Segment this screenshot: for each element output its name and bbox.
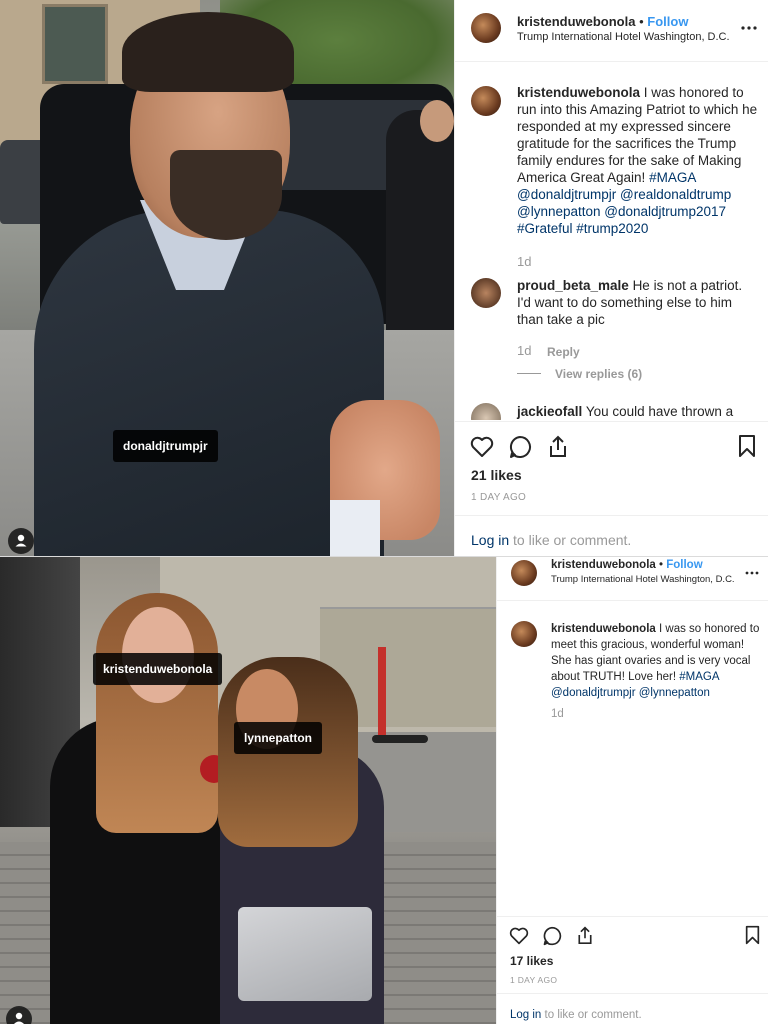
login-bar: Log in to like or comment. <box>497 993 768 1024</box>
comment-username[interactable]: proud_beta_male <box>517 278 629 293</box>
replies-divider <box>517 373 541 374</box>
bookmark-icon[interactable] <box>738 434 756 463</box>
post-sidebar: kristenduwebonola • Follow Trump Interna… <box>454 0 768 556</box>
comment-icon[interactable] <box>508 435 532 464</box>
action-bar: 21 likes 1 DAY AGO <box>455 421 768 515</box>
shirt-cuff <box>330 500 380 556</box>
photo-tag-user[interactable]: lynnepatton <box>234 722 322 754</box>
user-tag-icon[interactable] <box>8 528 34 554</box>
post-age: 1 DAY AGO <box>471 492 527 503</box>
comment-icon[interactable] <box>542 926 562 951</box>
photo-tag-user[interactable]: kristenduwebonola <box>93 653 223 685</box>
login-text: to like or comment. <box>509 532 632 548</box>
more-icon[interactable] <box>745 559 759 580</box>
post-1: donaldjtrumpjr kristenduwebonola • Follo… <box>0 0 768 556</box>
scooter-base <box>372 735 428 743</box>
post-photo[interactable]: donaldjtrumpjr <box>0 0 454 556</box>
share-icon[interactable] <box>576 925 594 950</box>
laptop <box>238 907 372 1001</box>
comment-time: 1d <box>517 343 532 358</box>
caption-avatar[interactable] <box>471 86 501 116</box>
user-tag-icon[interactable] <box>6 1006 32 1024</box>
reply-button[interactable]: Reply <box>547 345 580 359</box>
caption-username[interactable]: kristenduwebonola <box>517 85 640 100</box>
post-header: kristenduwebonola • Follow Trump Interna… <box>455 0 768 62</box>
username-link[interactable]: kristenduwebonola <box>551 559 656 571</box>
login-link[interactable]: Log in <box>510 1009 541 1021</box>
login-text: to like or comment. <box>541 1009 642 1021</box>
post-2: kristenduwebonola lynnepatton kristenduw… <box>0 557 768 1024</box>
login-bar: Log in to like or comment. <box>455 515 768 556</box>
likes-count[interactable]: 17 likes <box>510 954 553 968</box>
caption-text: I was honored to run into this Amazing P… <box>517 85 758 185</box>
post-photo[interactable]: kristenduwebonola lynnepatton <box>0 557 496 1024</box>
man-hair <box>122 12 294 92</box>
comment-avatar[interactable] <box>471 278 501 308</box>
username-link[interactable]: kristenduwebonola <box>517 14 635 29</box>
comment-clip: jackieofall You could have thrown a <box>455 396 768 420</box>
location-link[interactable]: Trump International Hotel Washington, D.… <box>551 574 735 585</box>
caption-time: 1d <box>517 254 532 269</box>
comment-avatar[interactable] <box>471 403 501 420</box>
caption-time: 1d <box>551 708 564 720</box>
follow-button[interactable]: Follow <box>666 559 702 571</box>
post-age: 1 DAY AGO <box>510 975 558 985</box>
login-link[interactable]: Log in <box>471 532 509 548</box>
follow-button[interactable]: Follow <box>647 14 688 29</box>
avatar[interactable] <box>511 560 537 586</box>
bookmark-icon[interactable] <box>745 925 760 950</box>
window <box>42 4 108 84</box>
bullet: • <box>659 559 664 571</box>
comment: jackieofall You could have thrown a <box>517 403 759 420</box>
post-sidebar: kristenduwebonola • Follow Trump Interna… <box>496 557 768 1024</box>
view-replies-button[interactable]: View replies (6) <box>555 367 642 381</box>
caption: kristenduwebonola I was so honored to me… <box>551 621 765 701</box>
more-icon[interactable] <box>741 14 757 35</box>
likes-count[interactable]: 21 likes <box>471 467 522 483</box>
caption-username[interactable]: kristenduwebonola <box>551 623 656 635</box>
scooter <box>378 647 386 737</box>
man-beard <box>170 150 282 240</box>
bystander-head <box>420 100 454 142</box>
heart-icon[interactable] <box>509 927 529 950</box>
share-icon[interactable] <box>547 434 569 463</box>
comment-text: You could have thrown a <box>585 404 734 419</box>
post-header: kristenduwebonola • Follow Trump Interna… <box>497 557 768 601</box>
location-link[interactable]: Trump International Hotel Washington, D.… <box>517 31 730 43</box>
photo-tag-user[interactable]: donaldjtrumpjr <box>113 430 218 462</box>
comment: proud_beta_male He is not a patriot. I'd… <box>517 277 759 328</box>
caption: kristenduwebonola I was honored to run i… <box>517 84 759 237</box>
action-bar: 17 likes 1 DAY AGO <box>497 916 768 990</box>
caption-avatar[interactable] <box>511 621 537 647</box>
comment-username[interactable]: jackieofall <box>517 404 582 419</box>
heart-icon[interactable] <box>470 436 494 463</box>
avatar[interactable] <box>471 13 501 43</box>
bullet: • <box>639 14 644 29</box>
